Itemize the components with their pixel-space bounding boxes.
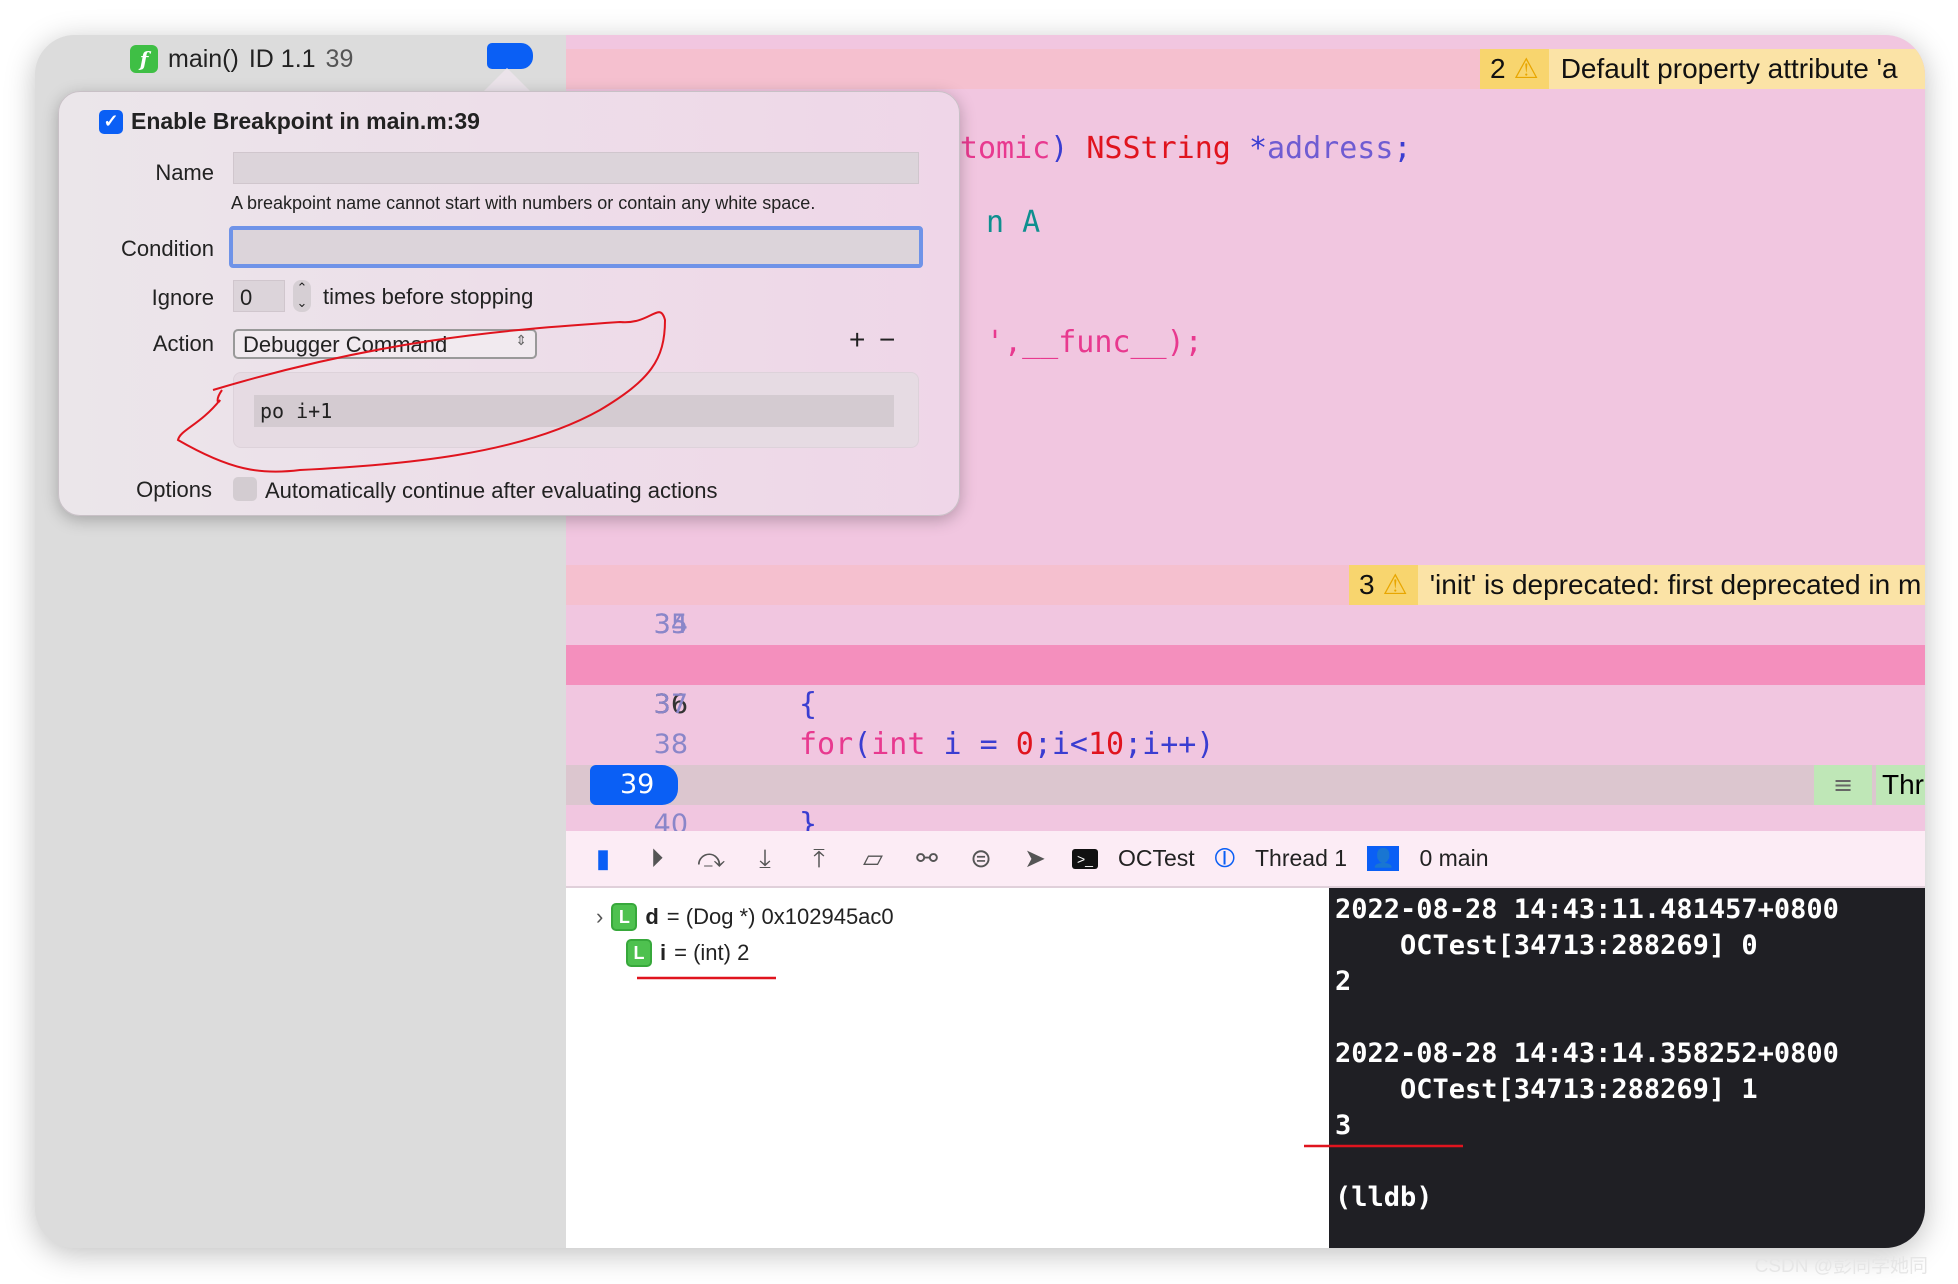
code-line: 38	[566, 725, 1925, 765]
add-action-button[interactable]: +	[849, 324, 865, 356]
continue-icon[interactable]: ⏵	[640, 843, 674, 875]
console-line: OCTest[34713:288269] 1	[1335, 1074, 1758, 1105]
warning-icon: ⚠	[1513, 53, 1539, 84]
action-box: po i+1	[233, 372, 919, 448]
enable-breakpoint-row[interactable]: ✓ Enable Breakpoint in main.m:39	[99, 108, 480, 135]
enable-checkbox[interactable]: ✓	[99, 109, 123, 134]
condition-input[interactable]	[229, 226, 923, 268]
watermark: CSDN @彭同学她同	[1754, 1256, 1928, 1277]
code-line-current: 39 NSLog(@"%d",i); ≡ Thr	[566, 765, 1925, 882]
code-line: 34 Dog *d = [[Dog alloc]init]; 3⚠'init' …	[566, 565, 1925, 682]
function-name: main()	[168, 44, 239, 73]
ignore-stepper[interactable]: ⌃ ⌄	[293, 280, 311, 312]
console-line: OCTest[34713:288269] 0	[1335, 930, 1758, 961]
step-over-icon[interactable]: ⤼	[694, 843, 728, 875]
name-label: Name	[155, 160, 214, 185]
breakpoint-line: 39	[325, 44, 354, 73]
console-line: 2022-08-28 14:43:11.481457+0800	[1335, 894, 1839, 925]
thread-crumb[interactable]: Thread 1	[1255, 845, 1347, 872]
frame-icon: 👤	[1367, 846, 1400, 871]
variable-name: d	[645, 904, 659, 929]
options-label: Options	[136, 477, 212, 502]
popover-arrow	[483, 68, 531, 92]
auto-continue-checkbox[interactable]	[233, 477, 257, 501]
enable-label: Enable Breakpoint in main.m:39	[131, 108, 480, 134]
line-number: 37	[653, 689, 688, 720]
breakpoints-toggle-icon[interactable]: ▮	[586, 843, 620, 874]
action-select[interactable]: Debugger Command ⇕	[233, 329, 537, 359]
code-line: 22 @property (nonatomic) NSString *addre…	[566, 49, 1925, 166]
line-text: {	[799, 687, 818, 722]
breakpoint-flag-icon[interactable]	[487, 43, 533, 69]
variable-value: = (int) 2	[674, 940, 750, 965]
code-line: 35	[566, 605, 1925, 645]
view-hierarchy-icon[interactable]: ▱	[856, 843, 890, 874]
function-icon: f	[130, 45, 158, 73]
menu-icon[interactable]: ≡	[1814, 765, 1872, 805]
warning-annotation[interactable]: 2 ⚠ Default property attribute 'a	[1480, 49, 1925, 89]
ignore-suffix: times before stopping	[323, 284, 534, 309]
auto-continue-label: Automatically continue after evaluating …	[265, 478, 718, 503]
action-value: Debugger Command	[243, 332, 448, 357]
process-crumb[interactable]: OCTest	[1118, 845, 1195, 872]
location-icon[interactable]: ➤	[1018, 843, 1052, 874]
debugger-command-input[interactable]: po i+1	[254, 395, 894, 427]
local-badge: L	[611, 903, 638, 931]
variables-view: › L d = (Dog *) 0x102945ac0 L i = (int) …	[566, 888, 1329, 1248]
code-line-highlighted: 36 for(int i = 0;i<10;i++)	[566, 645, 1925, 762]
debug-console[interactable]: 2022-08-28 14:43:11.481457+0800 OCTest[3…	[1329, 888, 1925, 1248]
terminal-icon: >_	[1072, 848, 1098, 869]
ignore-input[interactable]: 0	[233, 280, 285, 312]
local-badge: L	[626, 939, 652, 967]
warning-message: Default property attribute 'a	[1560, 53, 1898, 84]
breakpoint-marker[interactable]: 39	[590, 765, 678, 805]
warning-icon: ⚠	[1382, 569, 1408, 600]
console-line: 2	[1335, 966, 1352, 997]
select-chevron-icon: ⇕	[515, 332, 527, 348]
name-hint: A breakpoint name cannot start with numb…	[231, 193, 816, 213]
variable-value: = (Dog *) 0x102945ac0	[666, 904, 894, 929]
breakpoint-row[interactable]: f main() ID 1.1 39	[130, 39, 353, 79]
remove-action-button[interactable]: −	[879, 324, 895, 356]
warning-message: 'init' is deprecated: first deprecated i…	[1429, 569, 1922, 600]
warning-count: 3	[1359, 569, 1375, 600]
memory-graph-icon[interactable]: ⚯	[910, 843, 944, 874]
breakpoint-id: ID 1.1	[248, 44, 316, 73]
console-line: 3	[1335, 1110, 1352, 1141]
console-line: 2022-08-28 14:43:14.358252+0800	[1335, 1038, 1839, 1069]
line-text: ',__func__);	[986, 325, 1203, 360]
step-out-icon[interactable]: ⤒	[802, 843, 836, 875]
name-input[interactable]	[233, 152, 919, 184]
thread-badge: Thr	[1876, 765, 1925, 805]
condition-label: Condition	[121, 236, 214, 261]
line-number: 39	[620, 769, 655, 800]
line-text: n A	[986, 205, 1041, 240]
variable-row[interactable]: L i = (int) 2	[626, 936, 749, 970]
line-number: 38	[653, 729, 688, 760]
console-prompt: (lldb)	[1335, 1182, 1433, 1213]
debug-toolbar: ▮ ⏵ ⤼ ⤓ ⤒ ▱ ⚯ ⊜ ➤ >_ OCTest ⦶ Thread 1 👤…	[566, 831, 1925, 888]
disclosure-chevron-icon[interactable]: ›	[596, 904, 603, 930]
action-label: Action	[152, 331, 214, 356]
variable-row[interactable]: › L d = (Dog *) 0x102945ac0	[596, 900, 894, 934]
environment-overrides-icon[interactable]: ⊜	[964, 843, 998, 874]
frame-crumb[interactable]: 0 main	[1419, 845, 1488, 872]
breakpoint-editor-popover: ✓ Enable Breakpoint in main.m:39 Name A …	[58, 91, 960, 516]
ignore-label: Ignore	[151, 285, 214, 310]
thread-icon: ⦶	[1214, 842, 1235, 873]
step-into-icon[interactable]: ⤓	[748, 843, 782, 875]
line-number: 35	[653, 609, 688, 640]
warning-count: 2	[1490, 53, 1506, 84]
code-line: 37 {	[566, 685, 1925, 725]
variable-name: i	[660, 940, 667, 965]
warning-annotation[interactable]: 3 ⚠ 'init' is deprecated: first deprecated…	[1349, 565, 1925, 605]
